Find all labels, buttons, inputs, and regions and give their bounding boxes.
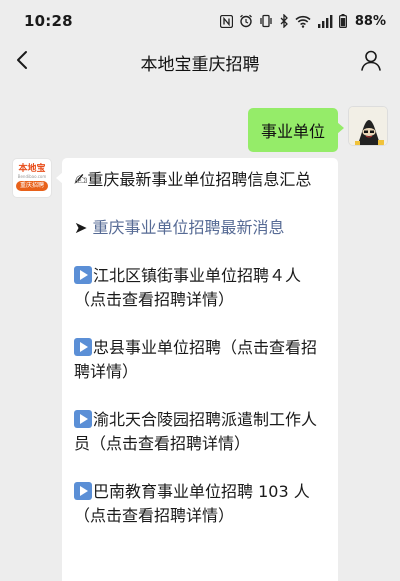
signal-icon bbox=[317, 14, 333, 28]
job-item[interactable]: 忠县事业单位招聘（点击查看招聘详情） bbox=[74, 336, 326, 384]
user-icon bbox=[360, 49, 382, 75]
nfc-icon bbox=[219, 14, 233, 28]
battery-percent: 88% bbox=[354, 13, 386, 29]
back-button[interactable] bbox=[10, 50, 34, 74]
bluetooth-icon bbox=[279, 14, 289, 28]
user-avatar[interactable] bbox=[348, 106, 388, 146]
job-item[interactable]: 渝北天合陵园招聘派遣制工作人员（点击查看招聘详情） bbox=[74, 408, 326, 456]
alarm-icon bbox=[239, 14, 253, 28]
received-message-bubble: ✍重庆最新事业单位招聘信息汇总 ➤ 重庆事业单位招聘最新消息 江北区镇街事业单位… bbox=[56, 158, 338, 581]
wifi-icon bbox=[295, 15, 311, 28]
message-header-text: 重庆最新事业单位招聘信息汇总 bbox=[87, 170, 312, 189]
bot-avatar[interactable]: 本地宝 Bendibao.com 重庆招聘 bbox=[12, 158, 52, 198]
latest-news-row: ➤ 重庆事业单位招聘最新消息 bbox=[74, 216, 326, 240]
chevron-left-icon bbox=[16, 50, 28, 74]
job-item-text: 巴南教育事业单位招聘 103 人（点击查看招聘详情） bbox=[74, 482, 310, 525]
avatar-badge: 重庆招聘 bbox=[15, 181, 48, 191]
battery-icon bbox=[338, 14, 347, 28]
latest-news-link[interactable]: 重庆事业单位招聘最新消息 bbox=[93, 218, 285, 237]
play-icon bbox=[74, 482, 92, 500]
play-icon bbox=[74, 410, 92, 428]
job-item[interactable]: 巴南教育事业单位招聘 103 人（点击查看招聘详情） bbox=[74, 480, 326, 528]
play-icon bbox=[74, 338, 92, 356]
profile-button[interactable] bbox=[358, 49, 384, 75]
status-icons: 88% bbox=[219, 13, 386, 29]
sent-message-bubble[interactable]: 事业单位 bbox=[247, 108, 345, 152]
status-bar: 10:28 88% bbox=[0, 0, 400, 42]
message-header: ✍重庆最新事业单位招聘信息汇总 bbox=[74, 168, 326, 192]
nav-bar: 本地宝重庆招聘 bbox=[0, 42, 400, 82]
job-item-text: 渝北天合陵园招聘派遣制工作人员（点击查看招聘详情） bbox=[74, 410, 318, 453]
sent-message-text: 事业单位 bbox=[260, 122, 325, 141]
job-item[interactable]: 江北区镇街事业单位招聘４人（点击查看招聘详情） bbox=[74, 264, 326, 312]
sent-message-row: 事业单位 bbox=[247, 106, 388, 152]
job-item-text: 忠县事业单位招聘（点击查看招聘详情） bbox=[74, 338, 318, 381]
writing-hand-icon: ✍ bbox=[74, 170, 88, 189]
play-icon bbox=[74, 266, 92, 284]
vibrate-icon bbox=[259, 14, 273, 28]
page-title: 本地宝重庆招聘 bbox=[140, 54, 260, 75]
avatar-logo-sub: Bendibao.com bbox=[17, 174, 47, 179]
avatar-logo-text: 本地宝 bbox=[18, 164, 46, 174]
status-time: 10:28 bbox=[24, 12, 73, 30]
job-item-text: 江北区镇街事业单位招聘４人（点击查看招聘详情） bbox=[74, 266, 302, 309]
arrow-right-icon: ➤ bbox=[74, 218, 88, 237]
